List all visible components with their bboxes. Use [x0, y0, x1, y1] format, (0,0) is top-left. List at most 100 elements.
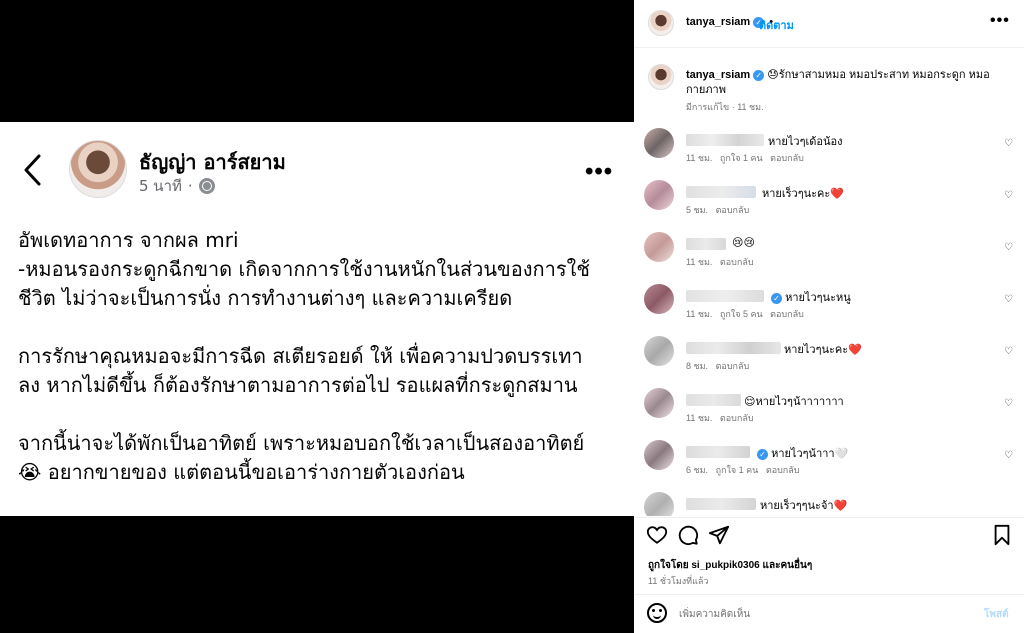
media-area: ธัญญ่า อาร์สยาม 5 นาที · ••• อัพเดทอาการ… [0, 0, 634, 633]
comment-avatar[interactable] [644, 336, 674, 366]
blurred-username [686, 186, 756, 198]
verified-badge-icon: ✓ [753, 69, 765, 81]
share-paper-plane-icon[interactable] [708, 524, 730, 546]
reply-button[interactable]: ตอบกลับ [770, 309, 804, 319]
post-paragraph: อัพเดทอาการ จากผล mri -หมอนรองกระดูกฉีกข… [18, 226, 628, 313]
like-comment-heart-icon[interactable]: ♡ [1004, 346, 1013, 357]
like-heart-icon[interactable] [646, 524, 668, 546]
like-comment-heart-icon[interactable]: ♡ [1004, 294, 1013, 305]
emoji-icon[interactable] [647, 603, 667, 623]
blurred-username [686, 238, 726, 250]
comment-meta: 5 ชม. ตอบกลับ [686, 203, 749, 217]
comment-avatar[interactable] [644, 388, 674, 418]
comment-text-content: หายไวๆน้าาา🤍 [771, 448, 849, 460]
comment-text: หายเร็วๆๆนะจ้า❤️ [760, 500, 848, 512]
comment-meta: 8 ชม. ตอบกลับ [686, 359, 749, 373]
comment-item: หายไวๆเด้อน้อง 11 ชม. ถูกใจ 1 คน ตอบกลับ… [644, 128, 1014, 178]
comment-avatar[interactable] [644, 284, 674, 314]
blurred-username [686, 290, 764, 302]
comment-time: 11 ชม. [686, 257, 713, 267]
comment-meta: 11 ชม. ตอบกลับ [686, 411, 754, 425]
post-line: การรักษาคุณหมอจะมีการฉีด สเตียรอยด์ ให้ … [18, 344, 583, 368]
divider [634, 517, 1024, 518]
comment-meta: 6 ชม. ถูกใจ 1 คน ตอบกลับ [686, 463, 799, 477]
like-comment-heart-icon[interactable]: ♡ [1004, 138, 1013, 149]
facebook-post-time: 5 นาที [139, 177, 182, 195]
post-line: 😭 อยากขายของ แต่ตอนนี้ขอเอาร่างกายตัวเอง… [18, 460, 465, 484]
comment-item: ✓ หายไวๆน้าาา🤍 6 ชม. ถูกใจ 1 คน ตอบกลับ … [644, 440, 1014, 490]
comment-text: หายไวๆเด้อน้อง [768, 136, 843, 148]
save-bookmark-icon[interactable] [992, 524, 1012, 546]
comment-item: หายไวๆนะคะ❤️ 8 ชม. ตอบกลับ ♡ [644, 336, 1014, 386]
comment-bubble-icon[interactable] [677, 524, 699, 546]
blurred-username [686, 342, 781, 354]
comment-meta: 11 ชม. ถูกใจ 1 คน ตอบกลับ [686, 151, 804, 165]
meta-separator: · [187, 177, 193, 195]
blurred-username [686, 394, 741, 406]
verified-badge-icon: ✓ [771, 292, 782, 304]
comment-item: 😢😢 11 ชม. ตอบกลับ ♡ [644, 232, 1014, 282]
comment-time: 6 ชม. [686, 465, 709, 475]
instagram-side-panel: tanya_rsiam ✓ • ติดตาม ••• tanya_rsiam ✓ 😓… [634, 0, 1024, 633]
username-text[interactable]: tanya_rsiam [686, 16, 750, 28]
reply-button[interactable]: ตอบกลับ [716, 205, 750, 215]
comment-time: 5 ชม. [686, 205, 709, 215]
blurred-username [686, 446, 750, 458]
comment-item: 😌หายไวๆน้าาาาาาา 11 ชม. ตอบกลับ ♡ [644, 388, 1014, 438]
comment-avatar[interactable] [644, 492, 674, 516]
liked-by[interactable]: ถูกใจโดย si_pukpik0306 และคนอื่นๆ [648, 558, 812, 573]
divider [634, 594, 1024, 595]
comment-meta: 11 ชม. ตอบกลับ [686, 255, 754, 269]
reply-button[interactable]: ตอบกลับ [766, 465, 800, 475]
comment-text-content: หายไวๆนะหนู [785, 292, 851, 304]
post-line: ชีวิต ไม่ว่าจะเป็นการนั่ง การทำงานต่างๆ … [18, 286, 513, 310]
comment-avatar[interactable] [644, 128, 674, 158]
comment-text: 😢😢 [732, 237, 755, 249]
like-comment-heart-icon[interactable]: ♡ [1004, 450, 1013, 461]
comment-time: 11 ชม. [686, 413, 713, 423]
comment-time: 11 ชม. [686, 153, 713, 163]
reply-button[interactable]: ตอบกลับ [770, 153, 804, 163]
post-paragraph: จากนี้น่าจะได้พักเป็นอาทิตย์ เพราะหมอบอก… [18, 429, 628, 487]
like-comment-heart-icon[interactable]: ♡ [1004, 190, 1013, 201]
post-line: -หมอนรองกระดูกฉีกขาด เกิดจากการใช้งานหนั… [18, 257, 590, 281]
comment-avatar[interactable] [644, 440, 674, 470]
header-avatar[interactable] [648, 10, 674, 36]
comment-meta: 11 ชม. ถูกใจ 5 คน ตอบกลับ [686, 307, 804, 321]
verified-badge-icon: ✓ [757, 448, 768, 460]
comment-input[interactable] [679, 604, 969, 624]
comment-text: หายเร็วๆนะคะ❤️ [762, 188, 845, 200]
follow-button[interactable]: ติดตาม [759, 16, 794, 34]
reply-button[interactable]: ตอบกลับ [720, 413, 754, 423]
comment-item: ✓ หายไวๆนะหนู 11 ชม. ถูกใจ 5 คน ตอบกลับ … [644, 284, 1014, 334]
reply-button[interactable]: ตอบกลับ [716, 361, 750, 371]
comment-time: 11 ชม. [686, 309, 713, 319]
comment-time: 8 ชม. [686, 361, 709, 371]
like-comment-heart-icon[interactable]: ♡ [1004, 242, 1013, 253]
more-options-icon: ••• [585, 158, 614, 185]
comment-avatar[interactable] [644, 180, 674, 210]
caption-meta: มีการแก้ไข · 11 ชม. [686, 102, 764, 112]
post-comment-button[interactable]: โพสต์ [984, 607, 1009, 622]
comment-likes[interactable]: ถูกใจ 1 คน [720, 153, 763, 163]
comment-avatar[interactable] [644, 232, 674, 262]
facebook-post-meta: 5 นาที · [139, 174, 215, 198]
comment-item: หายเร็วๆๆนะจ้า❤️ [644, 492, 1014, 516]
post-line: จากนี้น่าจะได้พักเป็นอาทิตย์ เพราะหมอบอก… [18, 431, 585, 455]
reply-button[interactable]: ตอบกลับ [720, 257, 754, 267]
post-line: ลง หากไม่ดีขึ้น ก็ต้องรักษาตามอาการต่อไป… [18, 373, 578, 397]
comment-text: ✓ หายไวๆนะหนู [768, 288, 851, 306]
caption-username[interactable]: tanya_rsiam [686, 69, 750, 81]
caption: tanya_rsiam ✓ 😓รักษาสามหมอ หมอประสาท หมอก… [686, 68, 1016, 98]
comment-likes[interactable]: ถูกใจ 1 คน [716, 465, 759, 475]
post-line: อัพเดทอาการ จากผล mri [18, 228, 239, 252]
caption-avatar[interactable] [648, 64, 674, 90]
more-options-icon[interactable]: ••• [990, 12, 1010, 30]
comment-text: 😌หายไวๆน้าาาาาาา [744, 396, 844, 408]
comment-likes[interactable]: ถูกใจ 5 คน [720, 309, 763, 319]
like-comment-heart-icon[interactable]: ♡ [1004, 398, 1013, 409]
post-timestamp: 11 ชั่วโมงที่แล้ว [648, 576, 709, 586]
back-arrow-icon [24, 154, 41, 186]
blurred-username [686, 134, 764, 146]
comment-text: หายไวๆนะคะ❤️ [784, 344, 862, 356]
